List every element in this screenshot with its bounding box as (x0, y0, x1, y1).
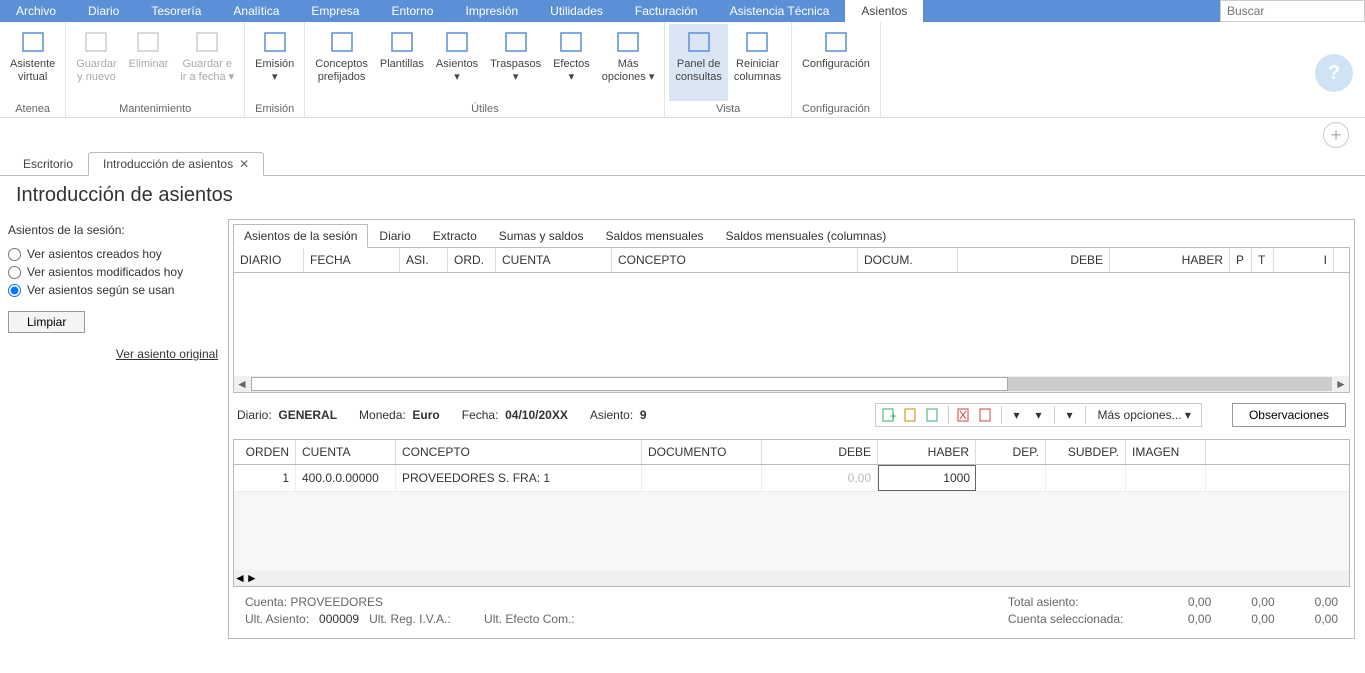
tab-introducción-de-asientos[interactable]: Introducción de asientos✕ (88, 152, 264, 176)
ribbon-eliminar: Eliminar (123, 24, 175, 101)
col-header[interactable]: CUENTA (496, 248, 612, 272)
ribbon-panel-de[interactable]: Panel deconsultas (669, 24, 727, 101)
menu-empresa[interactable]: Empresa (295, 0, 375, 22)
ribbon-reiniciar[interactable]: Reiniciarcolumnas (728, 24, 787, 101)
ribbon-asientos[interactable]: Asientos▾ (430, 24, 484, 101)
cell (1126, 465, 1206, 491)
menu-entorno[interactable]: Entorno (375, 0, 449, 22)
close-icon[interactable]: ✕ (239, 157, 249, 171)
cell: 400.0.0.00000 (296, 465, 396, 491)
radio-option[interactable]: Ver asientos creados hoy (8, 247, 218, 261)
inner-tab[interactable]: Saldos mensuales (columnas) (715, 224, 898, 248)
menu-archivo[interactable]: Archivo (0, 0, 72, 22)
menu-asistencia técnica[interactable]: Asistencia Técnica (714, 0, 846, 22)
inner-tab[interactable]: Sumas y saldos (488, 224, 595, 248)
col-header[interactable]: DIARIO (234, 248, 304, 272)
col-header[interactable]: P (1230, 248, 1252, 272)
page-title: Introducción de asientos (0, 176, 1365, 215)
cell (642, 465, 762, 491)
side-heading: Asientos de la sesión: (8, 223, 218, 237)
col-header[interactable]: CUENTA (296, 440, 396, 464)
menu-diario[interactable]: Diario (72, 0, 135, 22)
ribbon-plantillas[interactable]: Plantillas (374, 24, 430, 101)
ribbon-efectos[interactable]: Efectos▾ (547, 24, 596, 101)
tool-icon[interactable] (924, 406, 942, 424)
menu-asientos[interactable]: Asientos (845, 0, 923, 22)
col-header[interactable]: HABER (1110, 248, 1230, 272)
col-header[interactable]: ASI. (400, 248, 448, 272)
ribbon-guardar-e: Guardar eir a fecha ▾ (174, 24, 240, 101)
tool-icon[interactable] (955, 406, 973, 424)
menu-tesorería[interactable]: Tesorería (135, 0, 217, 22)
menu-utilidades[interactable]: Utilidades (534, 0, 619, 22)
col-header[interactable]: CONCEPTO (612, 248, 858, 272)
menu-facturación[interactable]: Facturación (619, 0, 714, 22)
tool-icon[interactable]: + (880, 406, 898, 424)
col-header[interactable]: DEP. (976, 440, 1046, 464)
entry-toolbar: + ▾ ▾ ▾ Más opciones... ▾ (875, 403, 1202, 427)
cell (976, 465, 1046, 491)
col-header[interactable]: DEBE (958, 248, 1110, 272)
tool-icon[interactable] (902, 406, 920, 424)
svg-text:+: + (890, 409, 896, 422)
col-header[interactable]: CONCEPTO (396, 440, 642, 464)
search-input[interactable] (1221, 2, 1364, 20)
col-header[interactable]: ORDEN (234, 440, 296, 464)
inner-tab[interactable]: Diario (368, 224, 421, 248)
h-scrollbar[interactable]: ◄► (234, 570, 1349, 586)
col-header[interactable]: ORD. (448, 248, 496, 272)
cell: 1 (234, 465, 296, 491)
col-header[interactable]: DOCUM. (858, 248, 958, 272)
ribbon-emisión[interactable]: Emisión▾ (249, 24, 300, 101)
menu-impresión[interactable]: Impresión (449, 0, 534, 22)
col-header[interactable]: DOCUMENTO (642, 440, 762, 464)
radio-option[interactable]: Ver asientos modificados hoy (8, 265, 218, 279)
tool-icon[interactable] (977, 406, 995, 424)
col-header[interactable]: HABER (878, 440, 976, 464)
ribbon-configuración[interactable]: Configuración (796, 24, 876, 101)
ribbon-guardar: Guardary nuevo (70, 24, 122, 101)
col-header[interactable]: FECHA (304, 248, 400, 272)
radio-option[interactable]: Ver asientos según se usan (8, 283, 218, 297)
ribbon-asistente[interactable]: Asistentevirtual (4, 24, 61, 101)
inner-tab[interactable]: Asientos de la sesión (233, 224, 368, 248)
cell[interactable]: 1000 (878, 465, 976, 491)
col-header[interactable]: IMAGEN (1126, 440, 1206, 464)
menu-analítica[interactable]: Analítica (217, 0, 295, 22)
tool-icon[interactable]: ▾ (1030, 406, 1048, 424)
col-header[interactable]: T (1252, 248, 1274, 272)
clear-button[interactable]: Limpiar (8, 311, 85, 333)
observations-button[interactable]: Observaciones (1232, 403, 1346, 427)
cell: 0,00 (762, 465, 878, 491)
inner-tab[interactable]: Extracto (422, 224, 488, 248)
original-link[interactable]: Ver asiento original (8, 347, 218, 361)
cell (1046, 465, 1126, 491)
ribbon-traspasos[interactable]: Traspasos▾ (484, 24, 547, 101)
tab-escritorio[interactable]: Escritorio (8, 152, 88, 176)
tool-icon[interactable]: ▾ (1061, 406, 1079, 424)
tool-icon[interactable]: ▾ (1008, 406, 1026, 424)
col-header[interactable]: SUBDEP. (1046, 440, 1126, 464)
cell: PROVEEDORES S. FRA: 1 (396, 465, 642, 491)
h-scrollbar[interactable]: ◄► (234, 376, 1349, 392)
help-icon[interactable]: ? (1315, 54, 1353, 92)
add-icon[interactable]: + (1323, 122, 1349, 148)
ribbon-conceptos[interactable]: Conceptosprefijados (309, 24, 374, 101)
col-header[interactable]: I (1274, 248, 1334, 272)
more-options[interactable]: Más opciones... ▾ (1092, 408, 1197, 422)
inner-tab[interactable]: Saldos mensuales (594, 224, 714, 248)
col-header[interactable]: DEBE (762, 440, 878, 464)
ribbon-más[interactable]: Másopciones ▾ (596, 24, 661, 101)
